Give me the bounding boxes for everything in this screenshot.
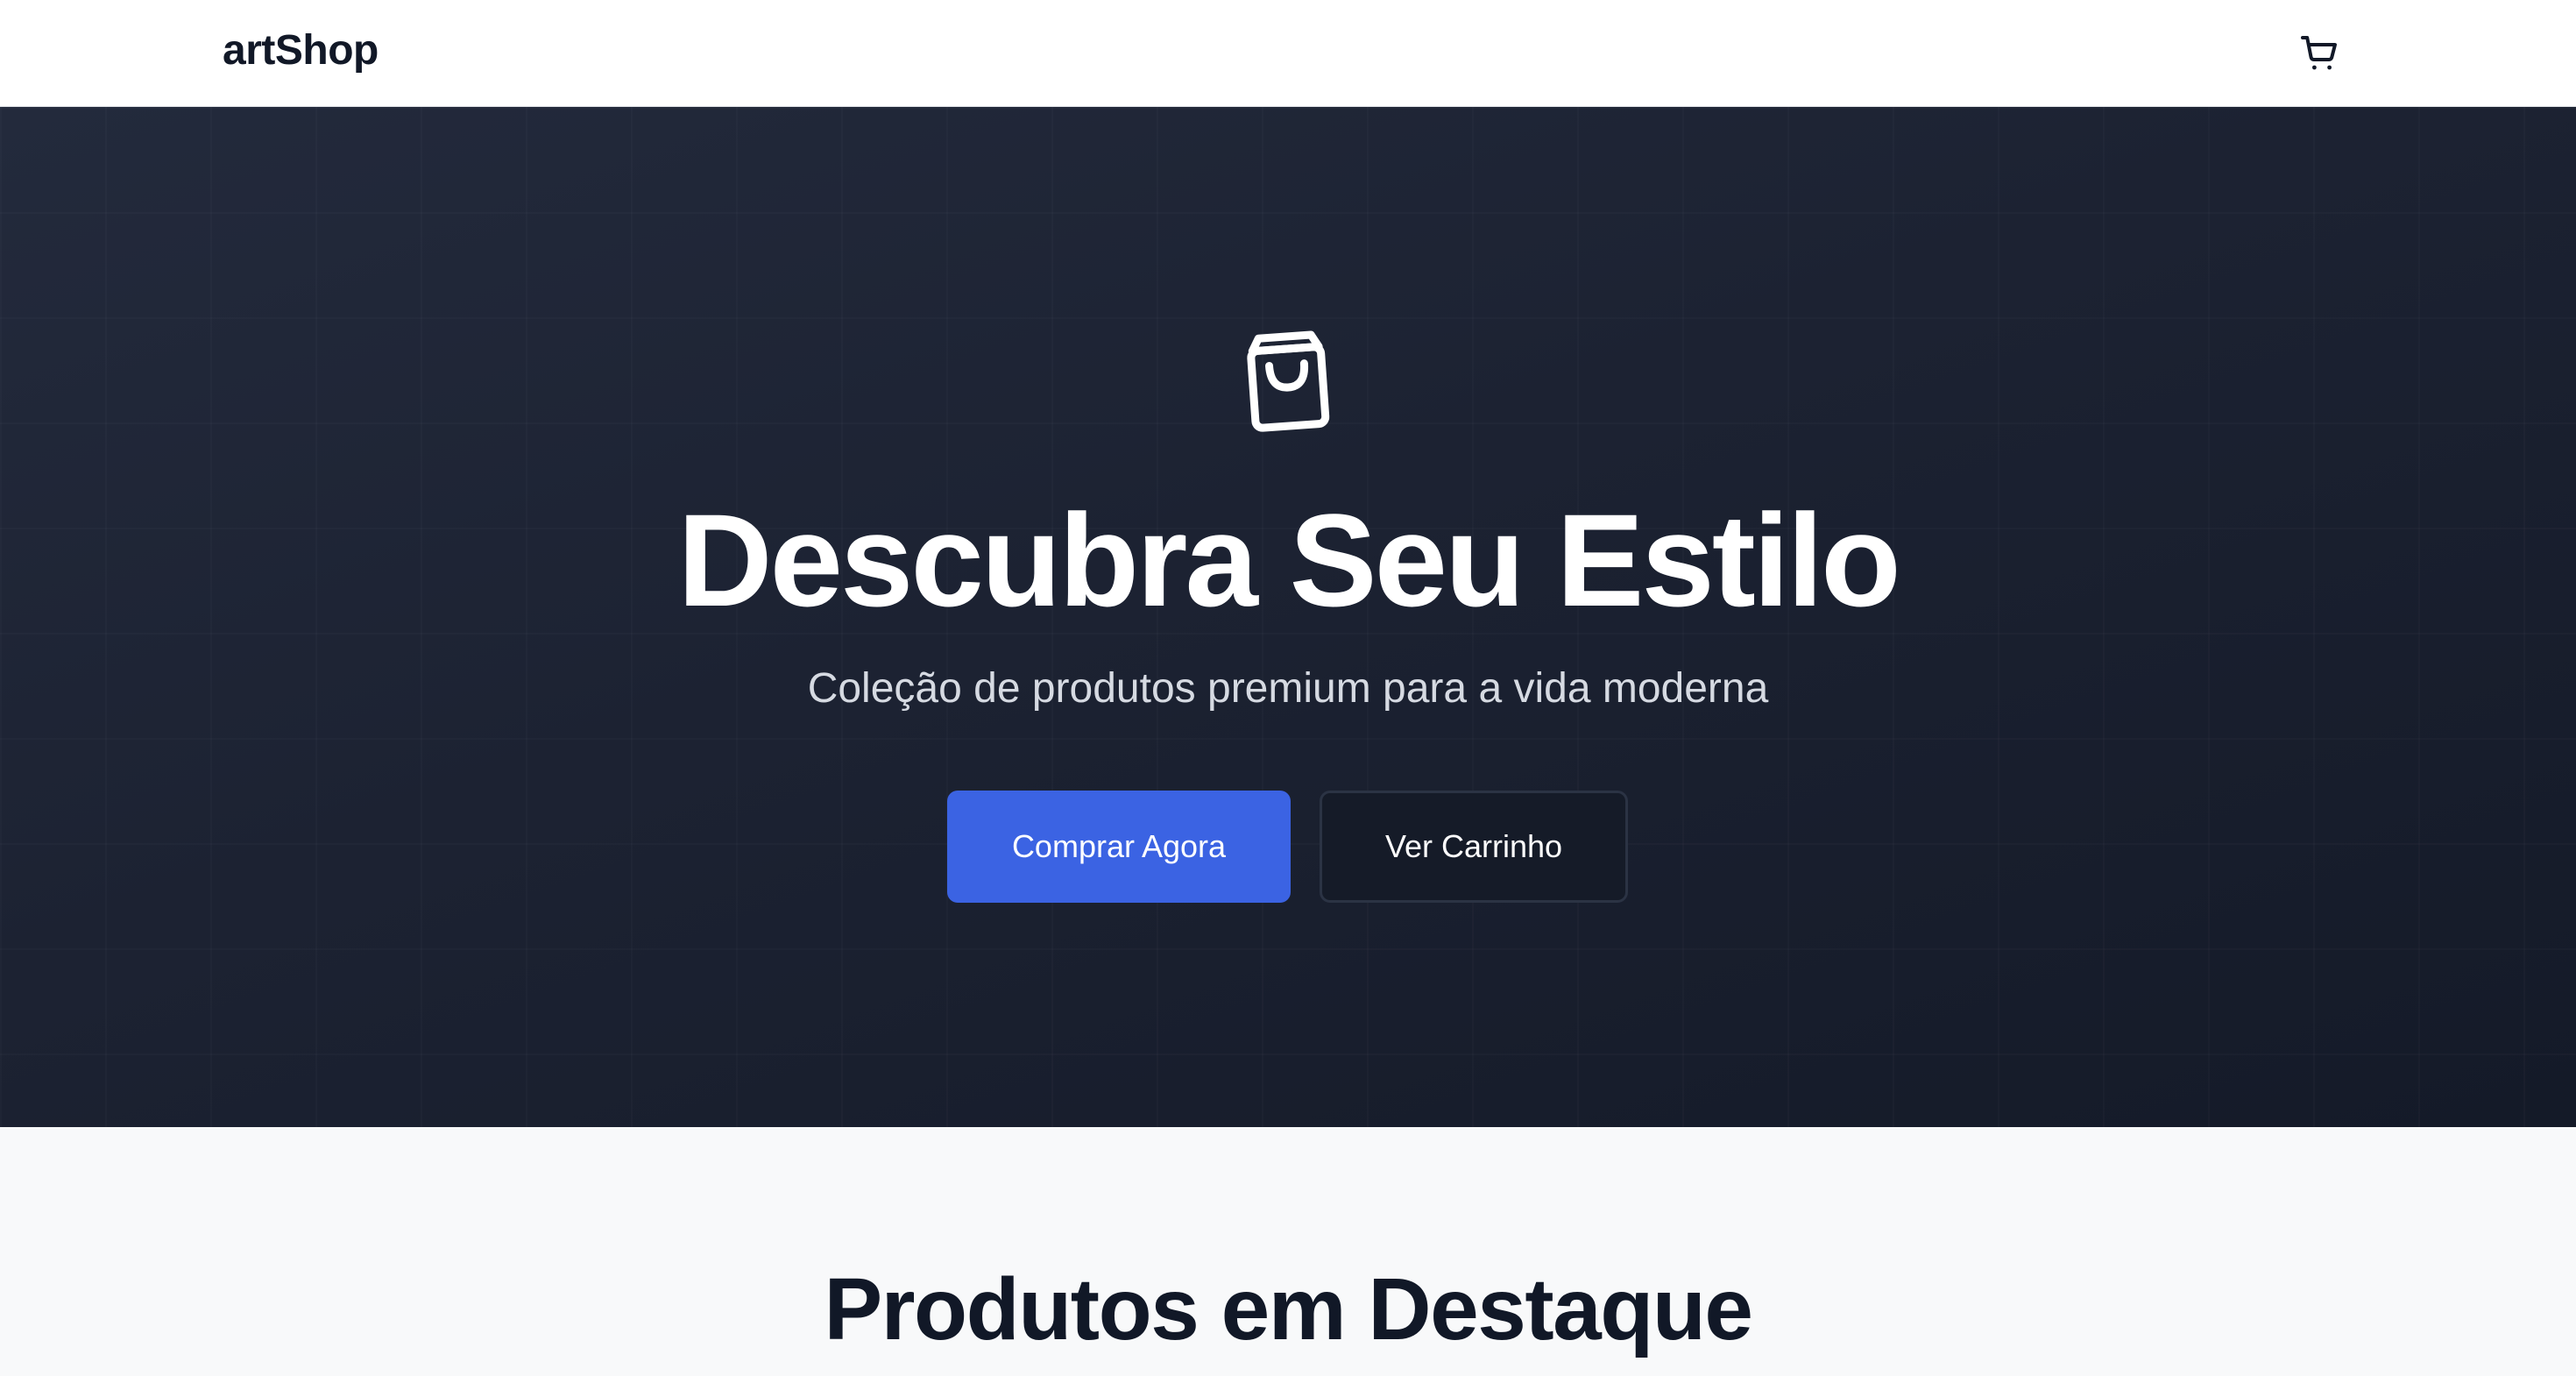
hero-title: Descubra Seu Estilo bbox=[677, 486, 1901, 634]
hero-subtitle: Coleção de produtos premium para a vida … bbox=[807, 665, 1769, 712]
brand-logo[interactable]: artShop bbox=[223, 25, 379, 77]
hero-section: Descubra Seu Estilo Coleção de produtos … bbox=[0, 107, 2576, 1127]
shop-now-button[interactable]: Comprar Agora bbox=[947, 791, 1291, 903]
shopping-bag-icon bbox=[1247, 330, 1330, 432]
view-cart-button[interactable]: Ver Carrinho bbox=[1320, 791, 1628, 903]
featured-title: Produtos em Destaque bbox=[824, 1260, 1753, 1358]
site-header: artShop bbox=[0, 0, 2576, 107]
shopping-cart-icon bbox=[2301, 36, 2337, 70]
featured-products-section: Produtos em Destaque bbox=[0, 1127, 2576, 1376]
page: artShop Descubra Seu Estilo Coleção de p… bbox=[0, 0, 2576, 1376]
cart-button[interactable] bbox=[2292, 26, 2346, 81]
